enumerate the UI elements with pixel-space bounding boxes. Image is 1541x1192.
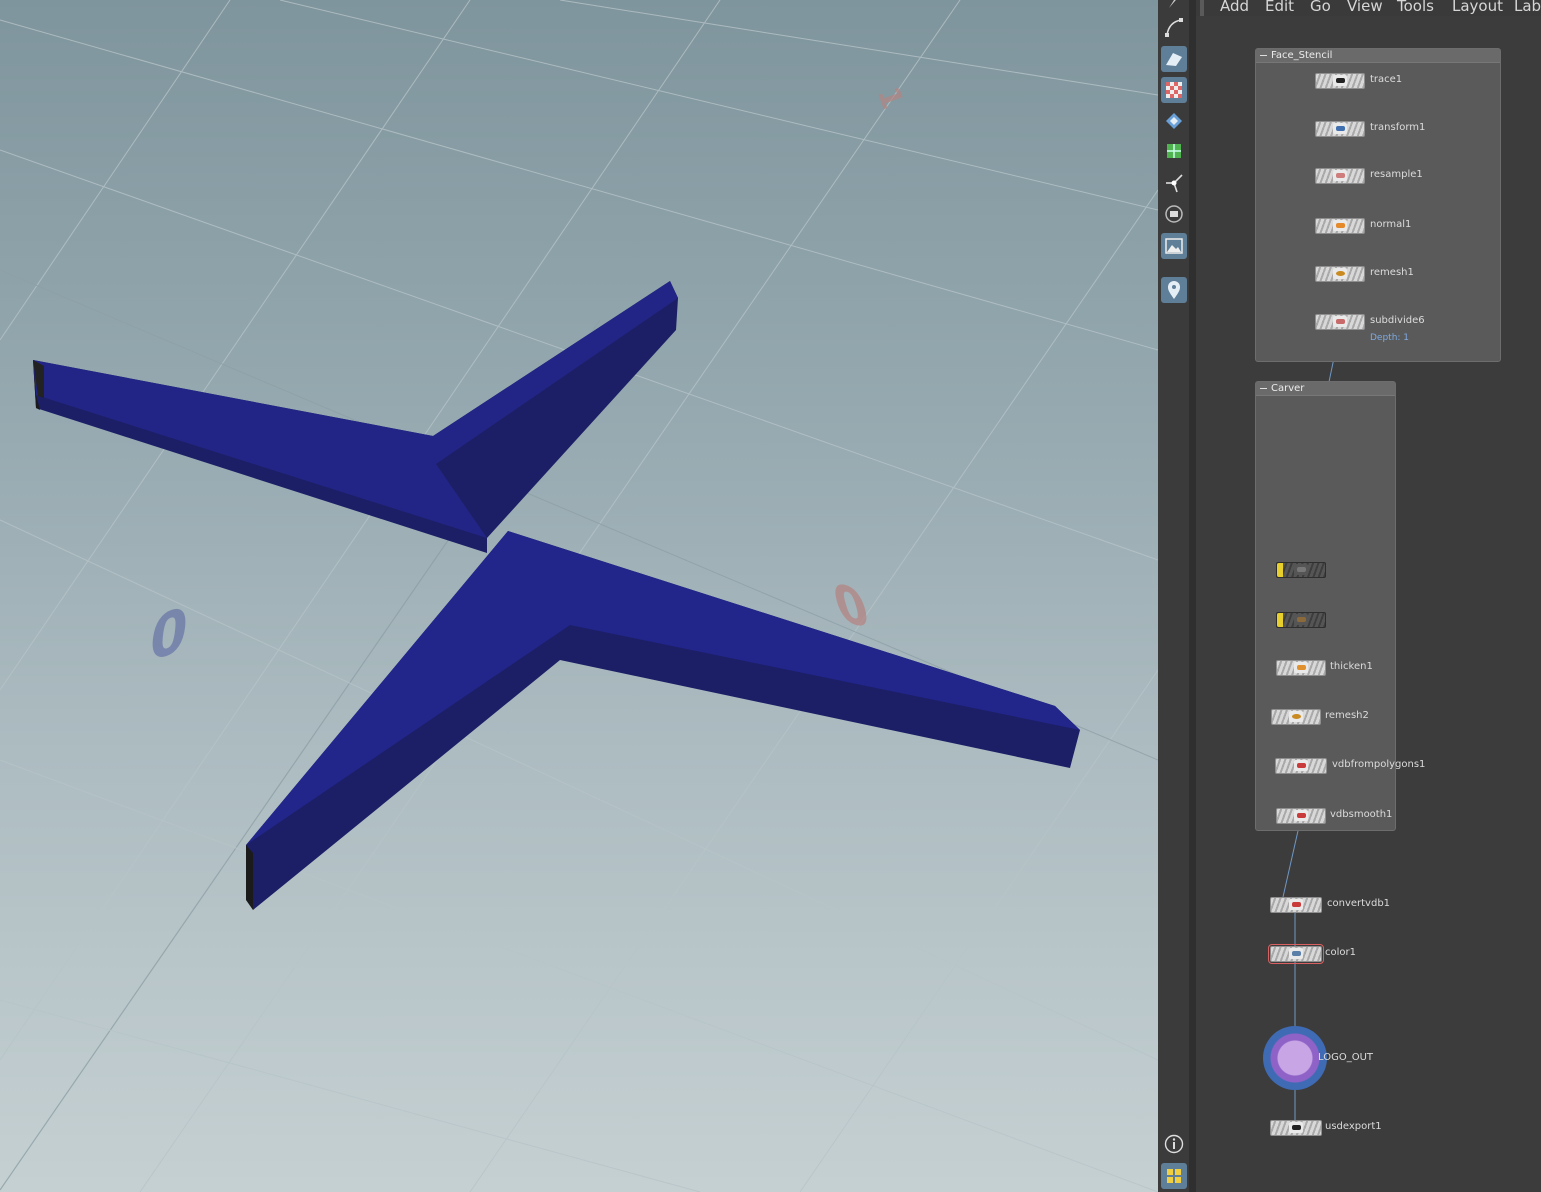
node-label: transform1 bbox=[1370, 122, 1426, 133]
bypass-flag[interactable] bbox=[1277, 613, 1283, 627]
vdb-icon bbox=[1289, 899, 1303, 910]
sop-icon bbox=[1294, 564, 1308, 575]
node-thicken1[interactable] bbox=[1276, 660, 1326, 676]
node-label: thicken1 bbox=[1330, 661, 1373, 672]
menu-view[interactable]: View bbox=[1347, 0, 1383, 15]
node-carver-bypassed-1[interactable] bbox=[1276, 562, 1326, 578]
network-box-header[interactable]: Carver bbox=[1256, 382, 1395, 396]
node-label: convertvdb1 bbox=[1327, 898, 1391, 909]
menu-go[interactable]: Go bbox=[1310, 0, 1331, 15]
node-label: LOGO_OUT bbox=[1318, 1052, 1374, 1063]
bypass-flag[interactable] bbox=[1277, 563, 1283, 577]
green-grid-icon[interactable] bbox=[1161, 138, 1187, 164]
remesh-icon bbox=[1289, 711, 1303, 722]
node-label: color1 bbox=[1325, 947, 1356, 958]
sop-icon bbox=[1294, 614, 1308, 625]
node-convertvdb1[interactable] bbox=[1270, 897, 1322, 913]
resample-icon bbox=[1333, 170, 1347, 181]
node-label: usdexport1 bbox=[1325, 1121, 1382, 1132]
node-subdivide6[interactable] bbox=[1315, 314, 1365, 330]
node-remesh1[interactable] bbox=[1315, 266, 1365, 282]
collapse-icon[interactable] bbox=[1260, 54, 1267, 56]
node-transform1[interactable] bbox=[1315, 121, 1365, 137]
bezier-curve-tool-icon[interactable] bbox=[1161, 14, 1187, 40]
node-remesh2[interactable] bbox=[1271, 709, 1321, 725]
node-label: vdbfrompolygons1 bbox=[1332, 759, 1426, 770]
node-label: subdivide6 bbox=[1370, 315, 1425, 326]
node-label: vdbsmooth1 bbox=[1330, 809, 1393, 820]
menubar-grip[interactable] bbox=[1200, 0, 1204, 16]
trace-icon bbox=[1333, 75, 1347, 86]
node-normal1[interactable] bbox=[1315, 218, 1365, 234]
menu-layout[interactable]: Layout bbox=[1452, 0, 1503, 15]
color-icon bbox=[1289, 948, 1303, 959]
node-trace1[interactable] bbox=[1315, 73, 1365, 89]
node-label: remesh2 bbox=[1325, 710, 1369, 721]
menu-tools[interactable]: Tools bbox=[1397, 0, 1434, 15]
view-tool-icon[interactable] bbox=[1161, 46, 1187, 72]
vdb-icon bbox=[1294, 810, 1308, 821]
node-color1[interactable] bbox=[1268, 944, 1324, 964]
node-usdexport1[interactable] bbox=[1270, 1120, 1322, 1136]
node-sublabel-depth: Depth: 1 bbox=[1370, 333, 1410, 343]
background-image-icon[interactable] bbox=[1161, 233, 1187, 259]
node-label: remesh1 bbox=[1370, 267, 1414, 278]
display-options-icon[interactable] bbox=[1161, 201, 1187, 227]
pane-splitter[interactable] bbox=[1189, 0, 1196, 1192]
normal-icon bbox=[1333, 220, 1347, 231]
network-editor[interactable]: Add Edit Go View Tools Layout Labs Face_… bbox=[1196, 0, 1541, 1192]
network-box-title: Carver bbox=[1271, 383, 1305, 394]
network-box-header[interactable]: Face_Stencil bbox=[1256, 49, 1500, 63]
scene-viewport[interactable]: 0 0 1 bbox=[0, 0, 1158, 1192]
network-menubar: Add Edit Go View Tools Layout Labs bbox=[1196, 0, 1541, 16]
node-carver-bypassed-2[interactable] bbox=[1276, 612, 1326, 628]
viewport-scene: 0 0 1 bbox=[0, 0, 1158, 1192]
node-label: normal1 bbox=[1370, 219, 1412, 230]
collapse-icon[interactable] bbox=[1260, 387, 1267, 389]
node-label: resample1 bbox=[1370, 169, 1423, 180]
ground-number-0-blue: 0 bbox=[146, 592, 192, 676]
subdivide-icon bbox=[1333, 316, 1347, 327]
transform-handle-icon[interactable] bbox=[1161, 170, 1187, 196]
node-vdbsmooth1[interactable] bbox=[1276, 808, 1326, 824]
ground-number-1-red: 1 bbox=[870, 82, 910, 114]
usd-export-icon bbox=[1289, 1122, 1303, 1133]
network-box-title: Face_Stencil bbox=[1271, 50, 1333, 61]
node-resample1[interactable] bbox=[1315, 168, 1365, 184]
node-label: trace1 bbox=[1370, 74, 1403, 85]
logo-lower-piece bbox=[246, 531, 1080, 910]
menu-edit[interactable]: Edit bbox=[1265, 0, 1294, 15]
ground-number-0-red: 0 bbox=[826, 572, 876, 642]
menu-add[interactable]: Add bbox=[1220, 0, 1249, 15]
diamond-snap-icon[interactable] bbox=[1161, 108, 1187, 134]
vdb-icon bbox=[1294, 760, 1308, 771]
select-tool-icon[interactable] bbox=[1161, 0, 1187, 14]
menu-labs[interactable]: Labs bbox=[1514, 0, 1541, 15]
thicken-icon bbox=[1294, 662, 1308, 673]
info-icon[interactable] bbox=[1161, 1131, 1187, 1157]
remesh-icon bbox=[1333, 268, 1347, 279]
node-vdbfrompolygons1[interactable] bbox=[1275, 758, 1327, 774]
viewport-side-toolbar bbox=[1158, 0, 1190, 1192]
location-pin-icon[interactable] bbox=[1161, 277, 1187, 303]
logo-upper-piece bbox=[33, 281, 678, 553]
viewport-layout-icon[interactable] bbox=[1161, 1163, 1187, 1189]
transform-icon bbox=[1333, 123, 1347, 134]
checker-display-icon[interactable] bbox=[1161, 77, 1187, 103]
